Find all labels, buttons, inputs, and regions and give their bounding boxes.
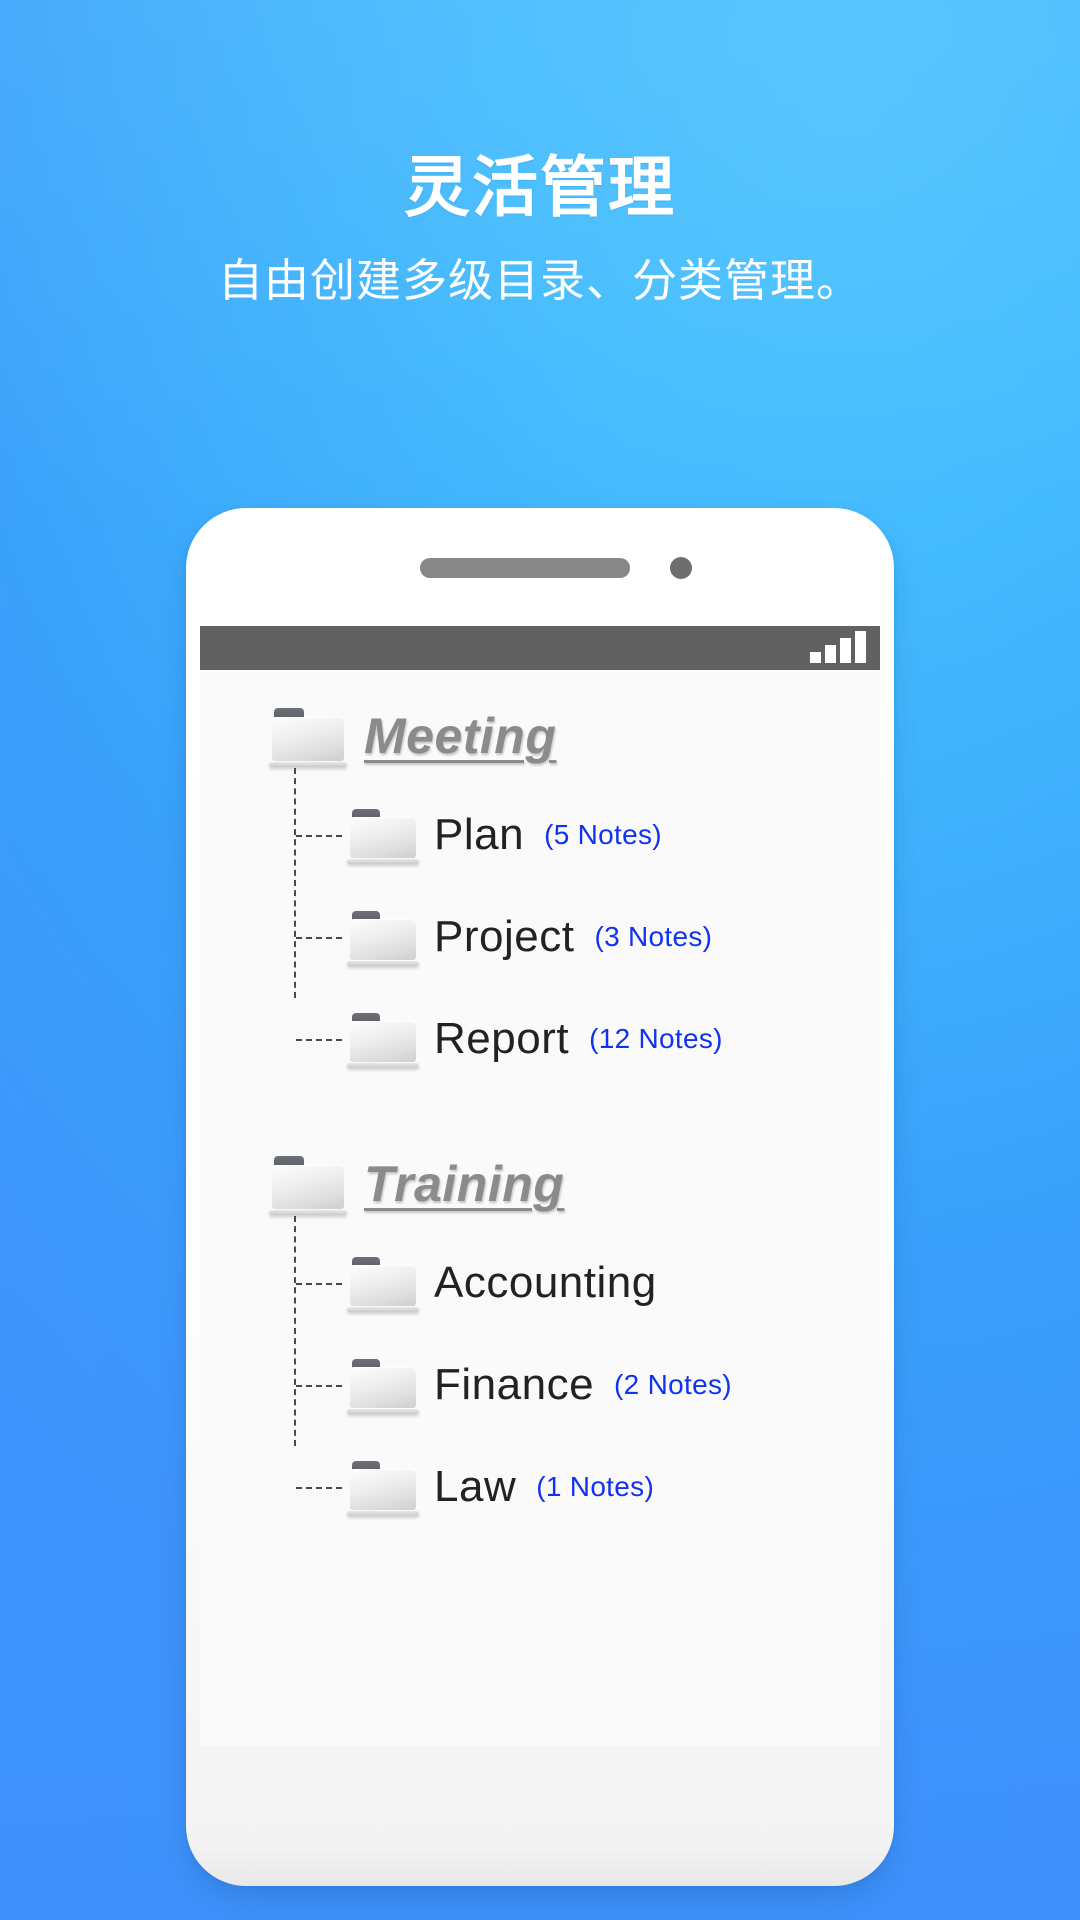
group-header-meeting[interactable]: Meeting (200, 688, 880, 784)
tree-connector-horizontal (296, 1283, 342, 1285)
folder-icon (347, 911, 419, 967)
folder-name: Finance (434, 1360, 595, 1409)
folder-icon (347, 809, 419, 865)
folder-name: Accounting (434, 1258, 657, 1307)
group-title: Training (364, 1156, 565, 1212)
phone-mockup: Meeting Plan (5 Notes) Project (3 Notes)… (186, 508, 894, 1886)
page-subtitle: 自由创建多级目录、分类管理。 (217, 254, 862, 306)
status-bar (200, 626, 880, 670)
tree-connector-horizontal (296, 1385, 342, 1387)
group-children-training: Accounting Finance (2 Notes) Law (1 Note… (200, 1216, 880, 1538)
speaker-grille-icon (420, 558, 630, 578)
folder-name: Report (434, 1014, 570, 1063)
note-count-badge: (3 Notes) (594, 921, 713, 952)
note-count-badge: (12 Notes) (589, 1023, 723, 1054)
note-count-badge: (2 Notes) (614, 1369, 732, 1400)
folder-name: Law (434, 1462, 517, 1511)
tree-connector-horizontal (296, 1487, 342, 1489)
tree-row-report[interactable]: Report (12 Notes) (294, 988, 880, 1090)
front-camera-icon (670, 557, 692, 579)
tree-connector-horizontal (296, 937, 342, 939)
folder-icon (269, 708, 347, 768)
folder-icon (347, 1359, 419, 1415)
folder-name: Project (434, 912, 575, 961)
tree-connector-horizontal (296, 835, 342, 837)
note-count-badge: (5 Notes) (544, 819, 662, 850)
folder-tree: Meeting Plan (5 Notes) Project (3 Notes)… (200, 670, 880, 1538)
folder-name: Plan (434, 810, 525, 859)
folder-icon (347, 1257, 419, 1313)
group-children-meeting: Plan (5 Notes) Project (3 Notes) Report … (200, 768, 880, 1090)
tree-group-training: Training Accounting Finance (2 Notes) La… (200, 1136, 880, 1538)
phone-top-bezel (186, 508, 894, 626)
tree-row-project[interactable]: Project (3 Notes) (294, 886, 880, 988)
tree-row-plan[interactable]: Plan (5 Notes) (294, 784, 880, 886)
tree-row-finance[interactable]: Finance (2 Notes) (294, 1334, 880, 1436)
phone-screen: Meeting Plan (5 Notes) Project (3 Notes)… (200, 626, 880, 1746)
group-header-training[interactable]: Training (200, 1136, 880, 1232)
tree-row-law[interactable]: Law (1 Notes) (294, 1436, 880, 1538)
promo-header: 灵活管理 自由创建多级目录、分类管理。 (0, 150, 1080, 309)
folder-icon (269, 1156, 347, 1216)
signal-bars-icon (810, 631, 866, 663)
folder-icon (347, 1013, 419, 1069)
note-count-badge: (1 Notes) (536, 1471, 655, 1502)
page-title: 灵活管理 (404, 150, 676, 224)
tree-connector-horizontal (296, 1039, 342, 1041)
folder-icon (347, 1461, 419, 1517)
tree-group-meeting: Meeting Plan (5 Notes) Project (3 Notes)… (200, 688, 880, 1090)
group-title: Meeting (364, 708, 557, 764)
tree-row-accounting[interactable]: Accounting (294, 1232, 880, 1334)
